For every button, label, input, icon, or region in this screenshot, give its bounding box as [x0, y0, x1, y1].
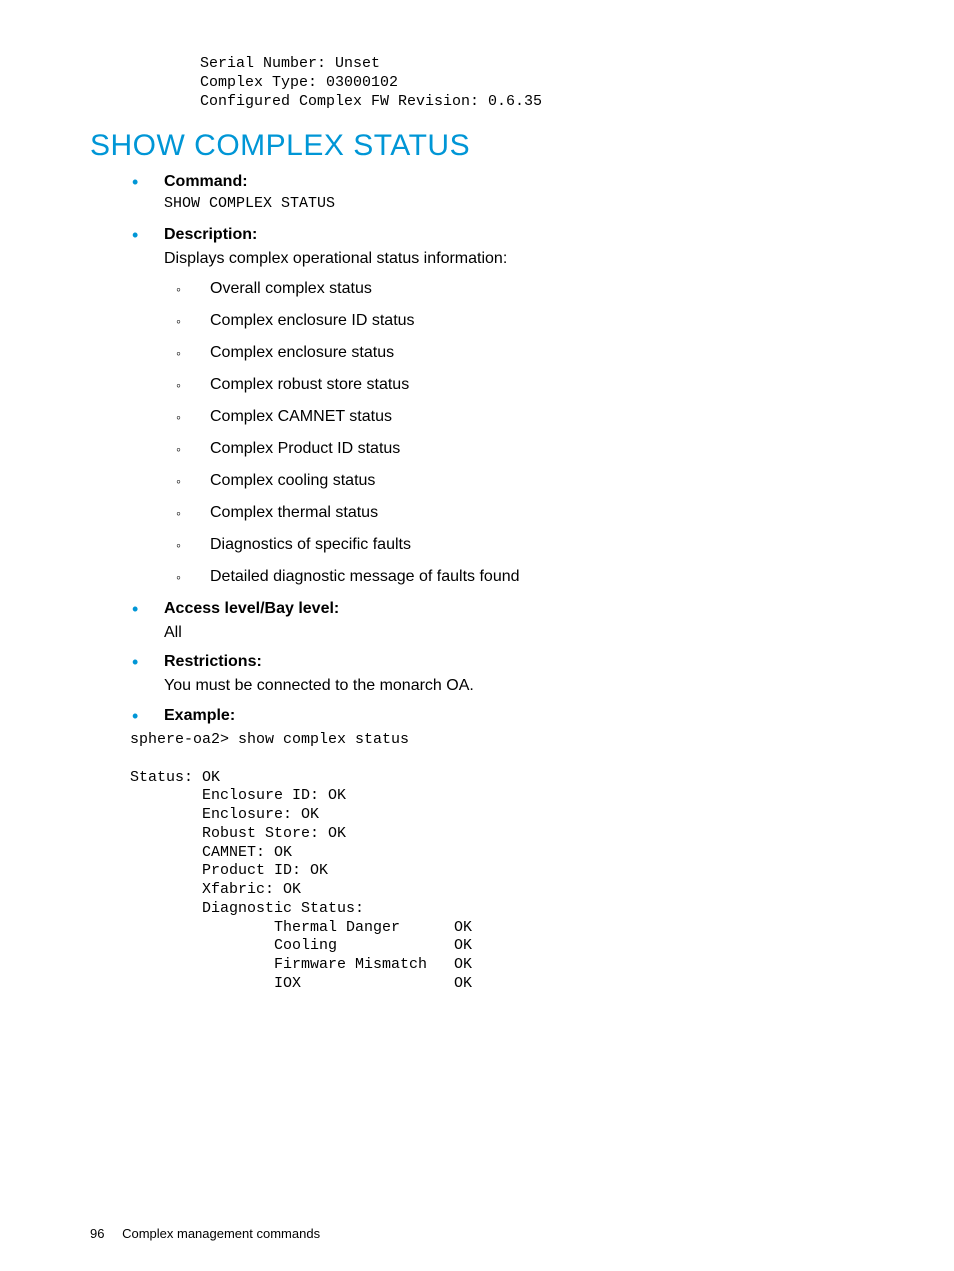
list-item: Detailed diagnostic message of faults fo… [176, 568, 864, 586]
top-code-block: Serial Number: Unset Complex Type: 03000… [200, 55, 864, 111]
access-value: All [164, 622, 864, 644]
example-label: Example: [164, 707, 864, 725]
restrictions-value: You must be connected to the monarch OA. [164, 675, 864, 697]
description-sublist: Overall complex status Complex enclosure… [176, 280, 864, 586]
access-label: Access level/Bay level: [164, 600, 864, 618]
command-label: Command: [164, 173, 864, 191]
command-value: SHOW COMPLEX STATUS [164, 195, 864, 212]
list-item: Complex CAMNET status [176, 408, 864, 426]
list-item: Diagnostics of specific faults [176, 536, 864, 554]
page-content: Serial Number: Unset Complex Type: 03000… [0, 0, 954, 994]
list-item: Complex robust store status [176, 376, 864, 394]
description-label: Description: [164, 226, 864, 244]
list-item: Overall complex status [176, 280, 864, 298]
page-footer: 96 Complex management commands [90, 1226, 320, 1241]
page-number: 96 [90, 1226, 104, 1241]
example-code-block: sphere-oa2> show complex status Status: … [130, 731, 864, 994]
description-item: Description: Displays complex operationa… [130, 226, 864, 586]
restrictions-item: Restrictions: You must be connected to t… [130, 653, 864, 697]
command-item: Command: SHOW COMPLEX STATUS [130, 173, 864, 212]
list-item: Complex thermal status [176, 504, 864, 522]
list-item: Complex Product ID status [176, 440, 864, 458]
restrictions-label: Restrictions: [164, 653, 864, 671]
access-item: Access level/Bay level: All [130, 600, 864, 644]
example-item: Example: [130, 707, 864, 725]
chapter-title: Complex management commands [122, 1226, 320, 1241]
list-item: Complex cooling status [176, 472, 864, 490]
section-heading: SHOW COMPLEX STATUS [90, 129, 864, 163]
list-item: Complex enclosure status [176, 344, 864, 362]
description-intro: Displays complex operational status info… [164, 248, 864, 270]
detail-list: Command: SHOW COMPLEX STATUS Description… [130, 173, 864, 725]
list-item: Complex enclosure ID status [176, 312, 864, 330]
